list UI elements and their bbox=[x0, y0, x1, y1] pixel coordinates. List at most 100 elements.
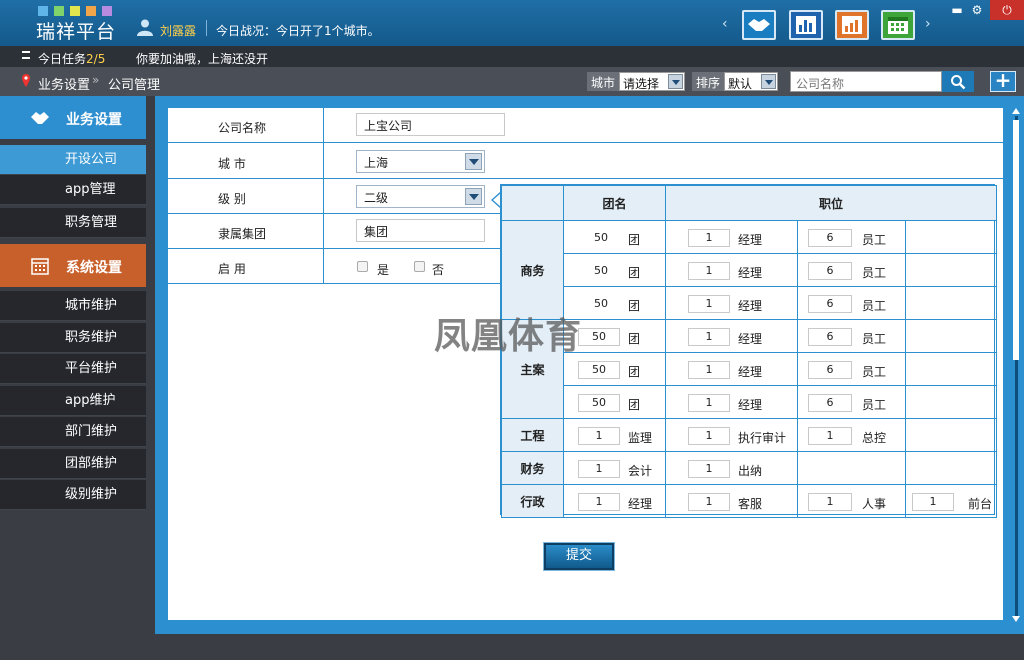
calendar-icon bbox=[31, 258, 49, 275]
company-name-input[interactable]: 上宝公司 bbox=[356, 113, 505, 136]
sidebar-section-business[interactable]: 业务设置 bbox=[0, 96, 146, 139]
team-count[interactable]: 50 bbox=[586, 295, 616, 313]
growth-chart-app-icon[interactable] bbox=[835, 10, 869, 40]
sidebar-item-app-manage[interactable]: app管理 bbox=[0, 175, 146, 205]
sidebar-item-team[interactable]: 团部维护 bbox=[0, 449, 146, 479]
cashier-count[interactable]: 1 bbox=[688, 460, 730, 478]
manager-count[interactable]: 1 bbox=[688, 229, 730, 247]
level-select[interactable]: 二级 bbox=[356, 185, 485, 208]
task-count: 2/5 bbox=[86, 52, 106, 66]
staff-count[interactable]: 6 bbox=[808, 394, 852, 412]
control-unit: 总控 bbox=[862, 431, 887, 445]
team-count[interactable]: 50 bbox=[586, 229, 616, 247]
sidebar-item-city[interactable]: 城市维护 bbox=[0, 291, 146, 321]
sidebar-item-open-company[interactable]: 开设公司 bbox=[0, 145, 146, 175]
power-icon[interactable]: ⏻ bbox=[990, 0, 1024, 20]
team-count[interactable]: 50 bbox=[578, 328, 620, 346]
staff-unit: 员工 bbox=[862, 332, 887, 346]
manager-count[interactable]: 1 bbox=[688, 361, 730, 379]
location-pin-icon bbox=[22, 74, 30, 87]
staff-count[interactable]: 6 bbox=[808, 361, 852, 379]
team-unit: 团 bbox=[628, 233, 641, 247]
manager-count[interactable]: 1 bbox=[688, 328, 730, 346]
category-engineering: 工程 bbox=[501, 418, 564, 452]
sidebar-item-platform[interactable]: 平台维护 bbox=[0, 354, 146, 384]
staff-count[interactable]: 6 bbox=[808, 262, 852, 280]
logo-squares bbox=[38, 6, 112, 16]
supervisor-count[interactable]: 1 bbox=[578, 427, 620, 445]
city-filter-select[interactable]: 请选择 bbox=[619, 72, 685, 91]
empty-cell bbox=[904, 286, 998, 320]
audit-count[interactable]: 1 bbox=[688, 427, 730, 445]
category-finance: 财务 bbox=[501, 451, 564, 485]
admin-manager-count[interactable]: 1 bbox=[578, 493, 620, 511]
handshake-app-icon[interactable] bbox=[742, 10, 776, 40]
scrollbar[interactable] bbox=[1012, 108, 1020, 624]
breadcrumb-root[interactable]: 业务设置 bbox=[38, 74, 90, 93]
city-label: 城 市 bbox=[218, 157, 246, 171]
sidebar-item-position-manage[interactable]: 职务管理 bbox=[0, 208, 146, 238]
gear-icon[interactable]: ⚙ bbox=[968, 2, 986, 18]
today-status: 今日战况：今日开了1个城市。 bbox=[216, 24, 380, 38]
team-count[interactable]: 50 bbox=[586, 262, 616, 280]
hr-count[interactable]: 1 bbox=[808, 493, 852, 511]
scroll-down-icon[interactable] bbox=[1012, 616, 1020, 622]
minimize-icon[interactable]: ▬ bbox=[948, 2, 966, 18]
sidebar-item-position[interactable]: 职务维护 bbox=[0, 323, 146, 353]
next-arrow-icon[interactable]: › bbox=[925, 16, 931, 32]
city-select[interactable]: 上海 bbox=[356, 150, 485, 173]
customer-service-count[interactable]: 1 bbox=[688, 493, 730, 511]
group-input[interactable]: 集团 bbox=[356, 219, 485, 242]
breadcrumb-bar: 业务设置 » 公司管理 城市 请选择 排序 默认 公司名称 + bbox=[0, 67, 1024, 96]
team-name-header: 团名 bbox=[563, 185, 666, 221]
prev-arrow-icon[interactable]: ‹ bbox=[722, 16, 728, 32]
scroll-up-icon[interactable] bbox=[1012, 108, 1020, 114]
control-count[interactable]: 1 bbox=[808, 427, 852, 445]
plus-icon: + bbox=[994, 68, 1012, 92]
sidebar-item-department[interactable]: 部门维护 bbox=[0, 417, 146, 447]
staff-unit: 员工 bbox=[862, 398, 887, 412]
calendar-app-icon[interactable] bbox=[881, 10, 915, 40]
team-count[interactable]: 50 bbox=[578, 394, 620, 412]
accountant-count[interactable]: 1 bbox=[578, 460, 620, 478]
staff-count[interactable]: 6 bbox=[808, 295, 852, 313]
reception-count[interactable]: 1 bbox=[912, 493, 954, 511]
staff-count[interactable]: 6 bbox=[808, 328, 852, 346]
sidebar: 业务设置 开设公司 app管理 职务管理 系统设置 城市维护 职务维护 平台维护… bbox=[0, 96, 146, 660]
team-unit: 团 bbox=[628, 365, 641, 379]
team-unit: 团 bbox=[628, 398, 641, 412]
sort-filter-select[interactable]: 默认 bbox=[724, 72, 778, 91]
sidebar-section-label: 业务设置 bbox=[66, 112, 122, 128]
accountant-unit: 会计 bbox=[628, 464, 653, 478]
manager-count[interactable]: 1 bbox=[688, 295, 730, 313]
sidebar-section-system[interactable]: 系统设置 bbox=[0, 244, 146, 287]
manager-count[interactable]: 1 bbox=[688, 262, 730, 280]
search-input[interactable]: 公司名称 bbox=[790, 71, 942, 92]
level-label: 级 别 bbox=[218, 192, 246, 206]
enabled-yes-checkbox[interactable] bbox=[357, 261, 368, 272]
user-name[interactable]: 刘露露 bbox=[160, 22, 196, 39]
bar-chart-app-icon[interactable] bbox=[789, 10, 823, 40]
staff-count[interactable]: 6 bbox=[808, 229, 852, 247]
manager-unit: 经理 bbox=[738, 365, 763, 379]
search-button[interactable] bbox=[942, 71, 974, 92]
team-count[interactable]: 50 bbox=[578, 361, 620, 379]
cashier-unit: 出纳 bbox=[738, 464, 763, 478]
submit-button[interactable]: 提交 bbox=[543, 542, 615, 571]
enabled-label: 启 用 bbox=[218, 262, 246, 276]
hr-unit: 人事 bbox=[862, 497, 887, 511]
add-button[interactable]: + bbox=[990, 68, 1016, 92]
enabled-yes-label: 是 bbox=[377, 263, 390, 277]
supervisor-unit: 监理 bbox=[628, 431, 653, 445]
form-row-city: 城 市 bbox=[168, 144, 1003, 179]
sidebar-item-level[interactable]: 级别维护 bbox=[0, 480, 146, 510]
scroll-thumb[interactable] bbox=[1013, 120, 1019, 360]
sidebar-item-app[interactable]: app维护 bbox=[0, 386, 146, 416]
empty-cell bbox=[904, 319, 998, 353]
admin-manager-unit: 经理 bbox=[628, 497, 653, 511]
audit-unit: 执行审计 bbox=[738, 431, 787, 445]
enabled-no-checkbox[interactable] bbox=[414, 261, 425, 272]
manager-count[interactable]: 1 bbox=[688, 394, 730, 412]
divider bbox=[206, 20, 207, 36]
staff-unit: 员工 bbox=[862, 266, 887, 280]
